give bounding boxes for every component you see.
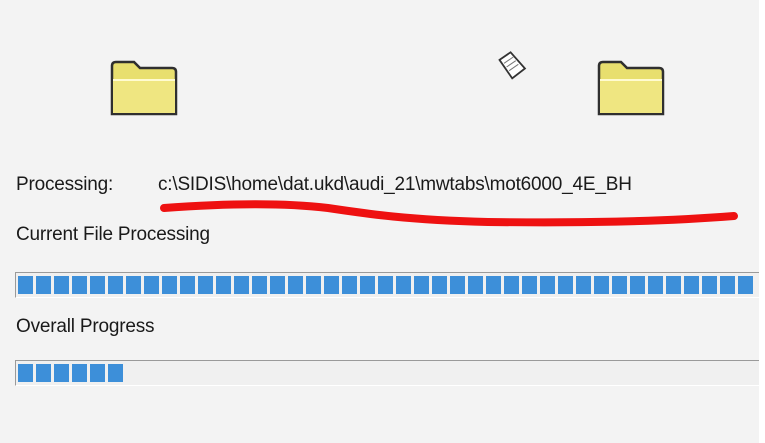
window-edge bbox=[759, 0, 765, 443]
current-file-progress-bar bbox=[15, 272, 765, 298]
file-copy-dialog: Processing: c:\SIDIS\home\dat.ukd\audi_2… bbox=[0, 0, 765, 443]
destination-folder-icon bbox=[597, 60, 667, 123]
source-folder-icon bbox=[110, 60, 180, 123]
overall-progress-label: Overall Progress bbox=[16, 316, 155, 337]
current-file-label: Current File Processing bbox=[16, 224, 210, 245]
processing-label: Processing: bbox=[16, 174, 114, 195]
processing-path: c:\SIDIS\home\dat.ukd\audi_21\mwtabs\mot… bbox=[158, 174, 632, 195]
overall-progress-bar bbox=[15, 360, 765, 386]
red-underline-annotation bbox=[160, 200, 738, 227]
overall-progress-fill bbox=[18, 364, 126, 382]
flying-document-icon bbox=[492, 46, 536, 94]
current-file-progress-fill bbox=[18, 276, 756, 294]
